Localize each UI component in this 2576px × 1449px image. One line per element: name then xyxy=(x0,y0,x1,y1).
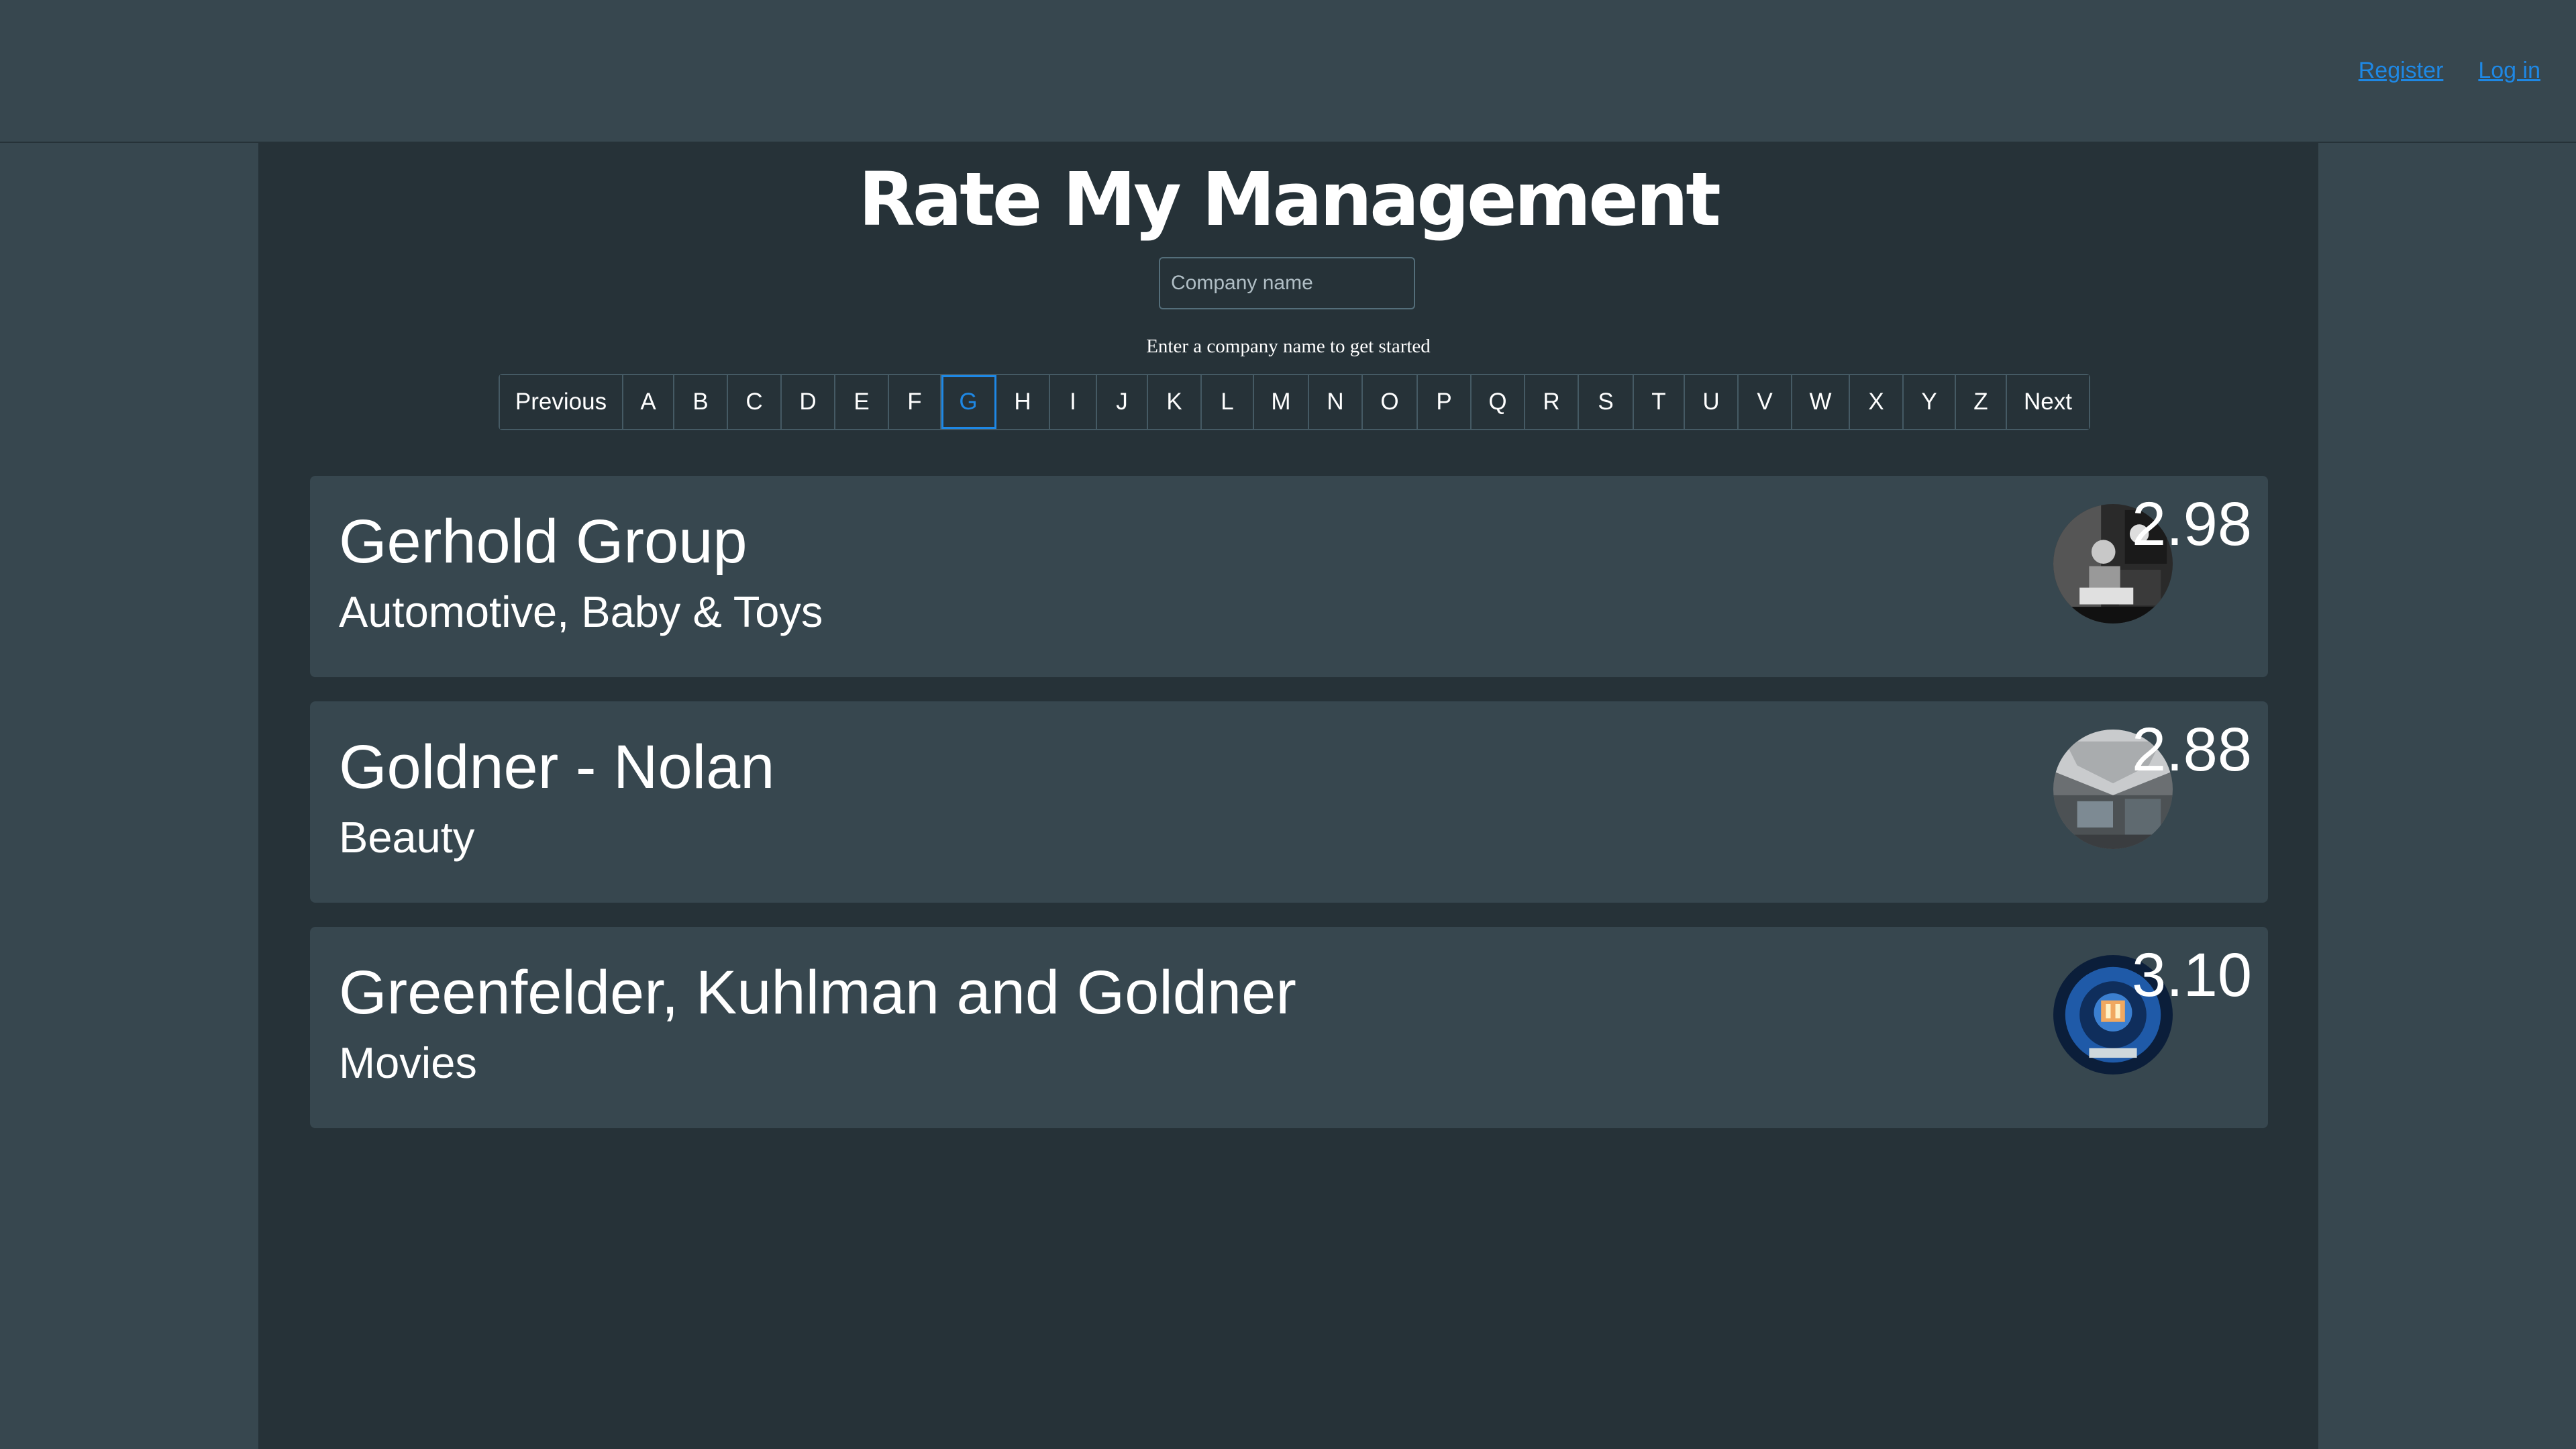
company-name[interactable]: Gerhold Group xyxy=(339,507,748,577)
pagination-letter-a[interactable]: A xyxy=(623,375,674,429)
company-rating: 3.10 xyxy=(2131,941,2252,1009)
top-navbar: Register Log in xyxy=(0,0,2576,143)
pagination-letter-n[interactable]: N xyxy=(1309,375,1363,429)
company-name[interactable]: Goldner - Nolan xyxy=(339,732,774,803)
pagination-letter-f[interactable]: F xyxy=(889,375,941,429)
company-card[interactable]: Greenfelder, Kuhlman and Goldner Movies … xyxy=(310,927,2268,1128)
pagination-letter-v[interactable]: V xyxy=(1739,375,1792,429)
company-categories: Beauty xyxy=(339,813,475,862)
company-rating: 2.98 xyxy=(2131,490,2252,558)
company-rating: 2.88 xyxy=(2131,715,2252,784)
company-search-input[interactable] xyxy=(1159,257,1415,309)
pagination-letter-x[interactable]: X xyxy=(1850,375,1904,429)
pagination-letter-k[interactable]: K xyxy=(1148,375,1202,429)
company-card[interactable]: Gerhold Group Automotive, Baby & Toys 2.… xyxy=(310,476,2268,677)
pagination-letter-i[interactable]: I xyxy=(1050,375,1097,429)
pagination-letter-e[interactable]: E xyxy=(835,375,889,429)
pagination-letter-u[interactable]: U xyxy=(1685,375,1739,429)
pagination-letter-w[interactable]: W xyxy=(1792,375,1850,429)
pagination-letter-r[interactable]: R xyxy=(1525,375,1579,429)
pagination-letter-d[interactable]: D xyxy=(782,375,835,429)
pagination-letter-z[interactable]: Z xyxy=(1956,375,2007,429)
search-hint: Enter a company name to get started xyxy=(1146,336,1431,357)
company-card[interactable]: Goldner - Nolan Beauty 2.88 xyxy=(310,701,2268,903)
pagination-letter-s[interactable]: S xyxy=(1579,375,1634,429)
pagination-letter-y[interactable]: Y xyxy=(1904,375,1956,429)
pagination-letter-o[interactable]: O xyxy=(1363,375,1418,429)
page-title: Rate My Management xyxy=(858,156,1721,242)
pagination-letter-t[interactable]: T xyxy=(1634,375,1685,429)
login-link[interactable]: Log in xyxy=(2478,58,2540,84)
pagination-letter-j[interactable]: J xyxy=(1097,375,1148,429)
pagination-letter-h[interactable]: H xyxy=(996,375,1050,429)
pagination-previous-button[interactable]: Previous xyxy=(500,375,623,429)
pagination-letter-m[interactable]: M xyxy=(1254,375,1309,429)
company-categories: Automotive, Baby & Toys xyxy=(339,587,823,636)
company-name[interactable]: Greenfelder, Kuhlman and Goldner xyxy=(339,958,1296,1028)
register-link[interactable]: Register xyxy=(2359,58,2444,84)
nav-links: Register Log in xyxy=(2359,58,2540,84)
pagination-letter-l[interactable]: L xyxy=(1202,375,1254,429)
company-categories: Movies xyxy=(339,1038,477,1087)
alphabet-pagination: Previous A B C D E F G H I J K L M N O P Q R S T U V W X Y Z Next xyxy=(499,374,2090,430)
pagination-next-button[interactable]: Next xyxy=(2007,375,2089,429)
pagination-letter-p[interactable]: P xyxy=(1418,375,1472,429)
pagination-letter-b[interactable]: B xyxy=(674,375,728,429)
pagination-letter-g[interactable]: G xyxy=(941,375,996,429)
pagination-letter-c[interactable]: C xyxy=(728,375,782,429)
main-content: Rate My Management Enter a company name … xyxy=(258,143,2318,1449)
pagination-letter-q[interactable]: Q xyxy=(1472,375,1525,429)
